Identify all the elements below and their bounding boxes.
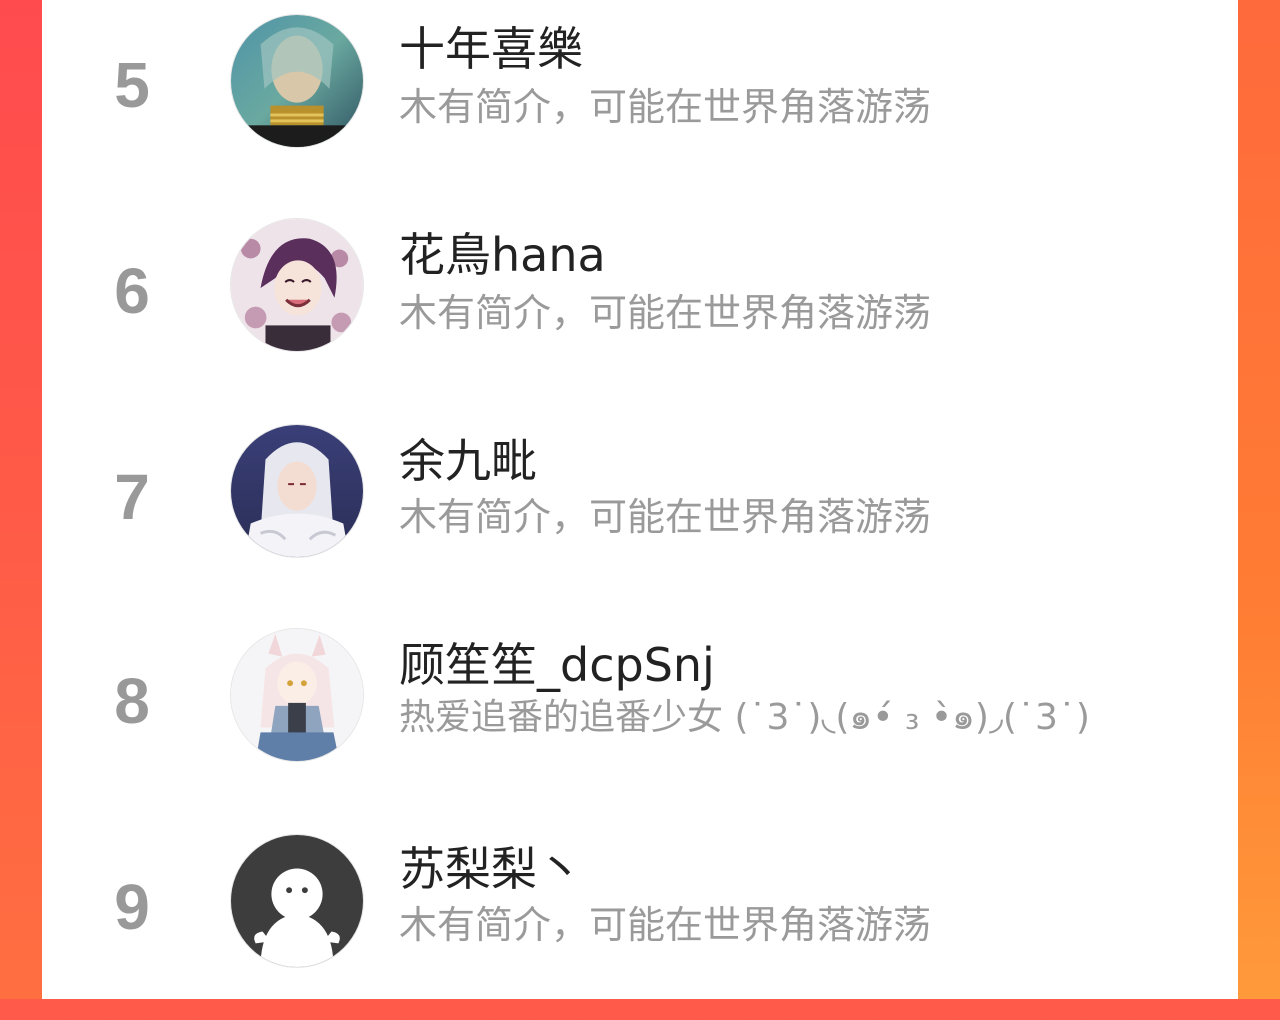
ranking-list: 5 十年喜樂 木有简介，可能在世界角落游荡 6 花鳥hana 木有简介，可能在世… — [42, 0, 1238, 999]
rank-number: 8 — [114, 665, 150, 737]
background-right-edge — [1238, 0, 1280, 999]
user-name[interactable]: 顾笙笙_dcpSnj — [399, 642, 715, 688]
ranking-row[interactable]: 9 苏梨梨丶 木有简介，可能在世界角落游荡 — [42, 816, 1238, 1020]
background-left-edge — [0, 0, 42, 999]
ranking-row[interactable]: 5 十年喜樂 木有简介，可能在世界角落游荡 — [42, 0, 1238, 204]
ranking-row[interactable]: 6 花鳥hana 木有简介，可能在世界角落游荡 — [42, 204, 1238, 408]
rank-number: 6 — [114, 255, 150, 327]
user-bio: 木有简介，可能在世界角落游荡 — [399, 495, 932, 539]
rank-number: 7 — [114, 461, 150, 533]
avatar-portrait-icon[interactable] — [230, 14, 364, 148]
user-bio: 木有简介，可能在世界角落游荡 — [399, 85, 932, 129]
user-bio: 热爱追番的追番少女 (˙3˙)◟(๑•́ ₃ •̀๑)◞(˙3˙) — [399, 697, 1090, 738]
user-name[interactable]: 苏梨梨丶 — [399, 846, 583, 892]
user-name[interactable]: 余九毗 — [399, 438, 537, 484]
avatar-anime-girl-icon[interactable] — [230, 628, 364, 762]
default-avatar-icon[interactable] — [230, 834, 364, 968]
ranking-row[interactable]: 7 余九毗 木有简介，可能在世界角落游荡 — [42, 408, 1238, 612]
user-name[interactable]: 十年喜樂 — [399, 26, 583, 72]
ranking-row[interactable]: 8 顾笙笙_dcpSnj 热爱追番的追番少女 (˙3˙)◟(๑•́ ₃ •̀๑)… — [42, 612, 1238, 816]
avatar-anime-character-icon[interactable] — [230, 424, 364, 558]
avatar-anime-character-icon[interactable] — [230, 218, 364, 352]
user-bio: 木有简介，可能在世界角落游荡 — [399, 903, 932, 947]
user-bio: 木有简介，可能在世界角落游荡 — [399, 291, 932, 335]
rank-number: 5 — [114, 49, 150, 121]
user-name[interactable]: 花鳥hana — [399, 232, 606, 278]
rank-number: 9 — [114, 871, 150, 943]
